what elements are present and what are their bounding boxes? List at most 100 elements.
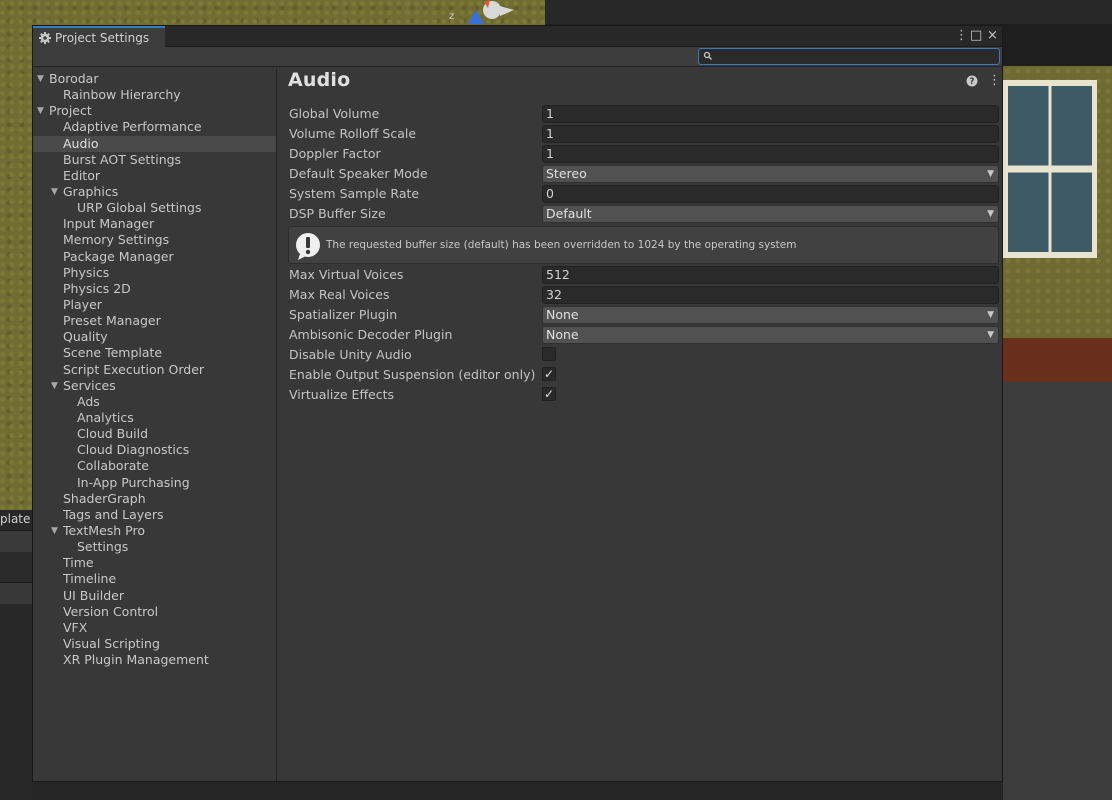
tab-project-settings[interactable]: Project Settings [33,26,165,48]
dropdown-arrow-icon: ▼ [987,169,994,179]
volume-rolloff-scale-row: Volume Rolloff Scale 1 [278,124,1002,144]
volume-rolloff-scale-label: Volume Rolloff Scale [289,126,417,141]
sidebar-item[interactable]: Tags and Layers [33,507,276,523]
sidebar-item[interactable]: Script Execution Order [33,362,276,378]
sidebar-item[interactable]: URP Global Settings [33,200,276,216]
sidebar-item-label: Burst AOT Settings [63,151,182,167]
sidebar-item-label: Project [49,103,92,119]
sidebar-item[interactable]: Editor [33,168,276,184]
sidebar-item-label: VFX [63,619,88,635]
page-title: Audio [288,69,351,91]
disable-unity-audio-label: Disable Unity Audio [289,347,412,362]
sidebar-item[interactable]: ▼ Project [33,103,276,119]
search-field[interactable] [698,48,1000,65]
sidebar-item[interactable]: Adaptive Performance [33,119,276,135]
close-icon[interactable]: × [987,28,998,44]
sidebar-item[interactable]: Preset Manager [33,313,276,329]
sidebar-item-label: TextMesh Pro [63,522,145,538]
sidebar-item-label: Audio [63,135,99,151]
sidebar-item[interactable]: Audio [33,135,276,152]
sidebar-item-label: Input Manager [63,216,155,232]
sidebar-item[interactable]: Ads [33,394,276,410]
global-volume-row: Global Volume 1 [278,104,1002,124]
sidebar-item-label: Settings [77,539,129,555]
sidebar-item[interactable]: Physics 2D [33,281,276,297]
sidebar-item[interactable]: Collaborate [33,458,276,474]
sidebar-item[interactable]: Cloud Build [33,426,276,442]
sidebar-item[interactable]: Physics [33,265,276,281]
expand-arrow-icon[interactable]: ▼ [51,378,58,394]
audio-settings-panel: Audio ? ⋮ Global Volume 1 Volume Rolloff… [278,69,1002,781]
expand-arrow-icon[interactable]: ▼ [37,71,44,87]
sidebar-item[interactable]: Visual Scripting [33,636,276,652]
editor-strip [0,530,32,552]
enable-output-suspension-checkbox[interactable]: ✓ [542,367,556,381]
enable-output-suspension-label: Enable Output Suspension (editor only) [289,367,536,382]
expand-arrow-icon[interactable]: ▼ [51,184,58,200]
sidebar-item[interactable]: Input Manager [33,216,276,232]
sidebar-item[interactable]: ▼ Services [33,378,276,394]
scene-gizmo-icon[interactable] [462,0,518,24]
help-icon[interactable]: ? [966,75,978,87]
sidebar-item[interactable]: Player [33,297,276,313]
sidebar-item[interactable]: In-App Purchasing [33,475,276,491]
disable-unity-audio-checkbox[interactable] [542,347,556,361]
sidebar-item-label: Cloud Build [77,426,149,442]
settings-menu-icon[interactable]: ⋮ [988,74,1001,88]
sidebar-item-label: Rainbow Hierarchy [63,87,181,103]
sidebar-item-label: Scene Template [63,345,163,361]
sidebar-item[interactable]: Timeline [33,571,276,587]
editor-strip [0,552,32,582]
system-sample-rate-row: System Sample Rate 0 [278,184,1002,204]
sidebar-item-label: Timeline [63,571,117,587]
sidebar-item[interactable]: Memory Settings [33,232,276,248]
volume-rolloff-scale-field[interactable]: 1 [542,125,999,143]
sidebar-item[interactable]: ShaderGraph [33,491,276,507]
warning-icon [296,233,320,260]
system-sample-rate-field[interactable]: 0 [542,185,999,203]
sidebar-item[interactable]: Burst AOT Settings [33,152,276,168]
expand-arrow-icon[interactable]: ▼ [37,103,44,119]
expand-arrow-icon[interactable]: ▼ [51,523,58,539]
sidebar-item-label: ShaderGraph [63,490,146,506]
sidebar-item-label: Tags and Layers [63,506,164,522]
sidebar-item-label: Services [63,377,116,393]
scene-window-glass [1008,86,1092,252]
sidebar-item[interactable]: Analytics [33,410,276,426]
sidebar-item[interactable]: Time [33,555,276,571]
sidebar-item[interactable]: UI Builder [33,588,276,604]
ambisonic-decoder-plugin-dropdown[interactable]: None ▼ [542,326,999,344]
sidebar-item[interactable]: Quality [33,329,276,345]
sidebar-item[interactable]: ▼ Graphics [33,184,276,200]
max-real-voices-field[interactable]: 32 [542,286,999,304]
sidebar-item[interactable]: ▼ Borodar [33,71,276,87]
sidebar-item[interactable]: ▼ TextMesh Pro [33,523,276,539]
sidebar-item-label: Time [63,555,94,571]
spatializer-plugin-row: Spatializer Plugin None ▼ [278,305,1002,325]
global-volume-field[interactable]: 1 [542,105,999,123]
default-speaker-mode-value: Stereo [546,166,587,181]
sidebar-item-label: Player [63,296,102,312]
system-sample-rate-label: System Sample Rate [289,186,420,201]
sidebar-item[interactable]: XR Plugin Management [33,652,276,668]
virtualize-effects-checkbox[interactable]: ✓ [542,387,556,401]
sidebar-item[interactable]: Version Control [33,604,276,620]
sidebar-item[interactable]: Cloud Diagnostics [33,442,276,458]
dsp-buffer-size-dropdown[interactable]: Default ▼ [542,205,999,223]
window-menu-icon[interactable]: ⋮ [955,28,968,44]
sidebar-item[interactable]: VFX [33,620,276,636]
sidebar-item[interactable]: Settings [33,539,276,555]
sidebar-item[interactable]: Rainbow Hierarchy [33,87,276,103]
window-titlebar: Project Settings ⋮ □ × [33,26,1002,48]
spatializer-plugin-dropdown[interactable]: None ▼ [542,306,999,324]
doppler-factor-field[interactable]: 1 [542,145,999,163]
sidebar-item-label: Package Manager [63,248,174,264]
svg-text:?: ? [970,77,975,87]
maximize-icon[interactable]: □ [970,28,982,44]
max-virtual-voices-field[interactable]: 512 [542,266,999,284]
sidebar-item-label: Physics [63,264,110,280]
default-speaker-mode-dropdown[interactable]: Stereo ▼ [542,165,999,183]
sidebar-item[interactable]: Package Manager [33,249,276,265]
sidebar-item[interactable]: Scene Template [33,345,276,361]
search-input[interactable] [715,49,995,64]
